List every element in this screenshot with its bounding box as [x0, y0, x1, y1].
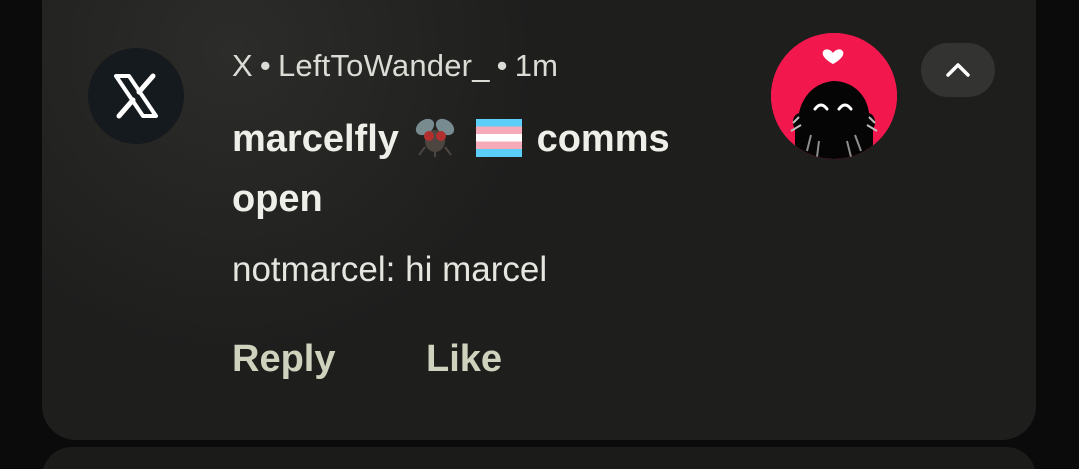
reply-button[interactable]: Reply — [232, 338, 335, 381]
next-notification-card[interactable] — [42, 447, 1036, 469]
fly-emoji — [413, 113, 457, 172]
notification-shade: X • LeftToWander_ • 1m marcelfly comms ope — [0, 0, 1079, 469]
avatar — [771, 33, 897, 159]
timestamp: 1m — [514, 48, 559, 83]
title-username: marcelfly — [232, 118, 399, 160]
transgender-flag-emoji — [476, 118, 523, 172]
notification-header: X • LeftToWander_ • 1m — [232, 48, 558, 84]
account-name: LeftToWander_ — [277, 48, 490, 83]
chevron-up-icon — [946, 63, 970, 77]
like-button[interactable]: Like — [426, 338, 502, 381]
notification-message: notmarcel: hi marcel — [232, 250, 548, 289]
avatar-image — [771, 33, 897, 159]
separator-dot: • — [496, 48, 508, 83]
separator-dot: • — [259, 48, 271, 83]
x-logo-glyph — [114, 73, 158, 119]
notification-title: marcelfly comms open — [232, 112, 752, 226]
x-logo-icon — [88, 48, 184, 144]
app-name: X — [232, 48, 253, 83]
collapse-button[interactable] — [921, 43, 995, 97]
